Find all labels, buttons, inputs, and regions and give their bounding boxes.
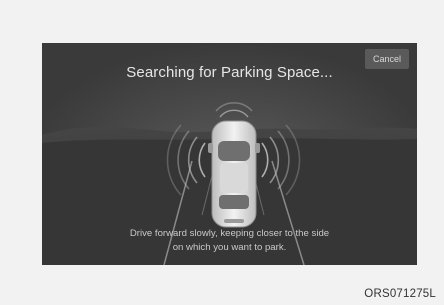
instruction-line-1: Drive forward slowly, keeping closer to …	[129, 228, 330, 239]
figure-code: ORS071275L	[364, 288, 436, 300]
rear-window	[219, 195, 249, 209]
side-mirror-left	[208, 143, 213, 153]
screen-title: Searching for Parking Space...	[126, 64, 333, 81]
parking-assist-screen: Searching for Parking Space... Cancel Dr…	[42, 43, 417, 265]
car-icon	[208, 120, 260, 228]
cancel-button[interactable]: Cancel	[365, 49, 409, 69]
side-mirror-right	[255, 143, 260, 153]
windshield	[218, 141, 250, 161]
instruction-text: Drive forward slowly, keeping closer to …	[42, 227, 417, 255]
roof	[220, 163, 248, 193]
instruction-line-2: on which you want to park.	[172, 242, 287, 253]
